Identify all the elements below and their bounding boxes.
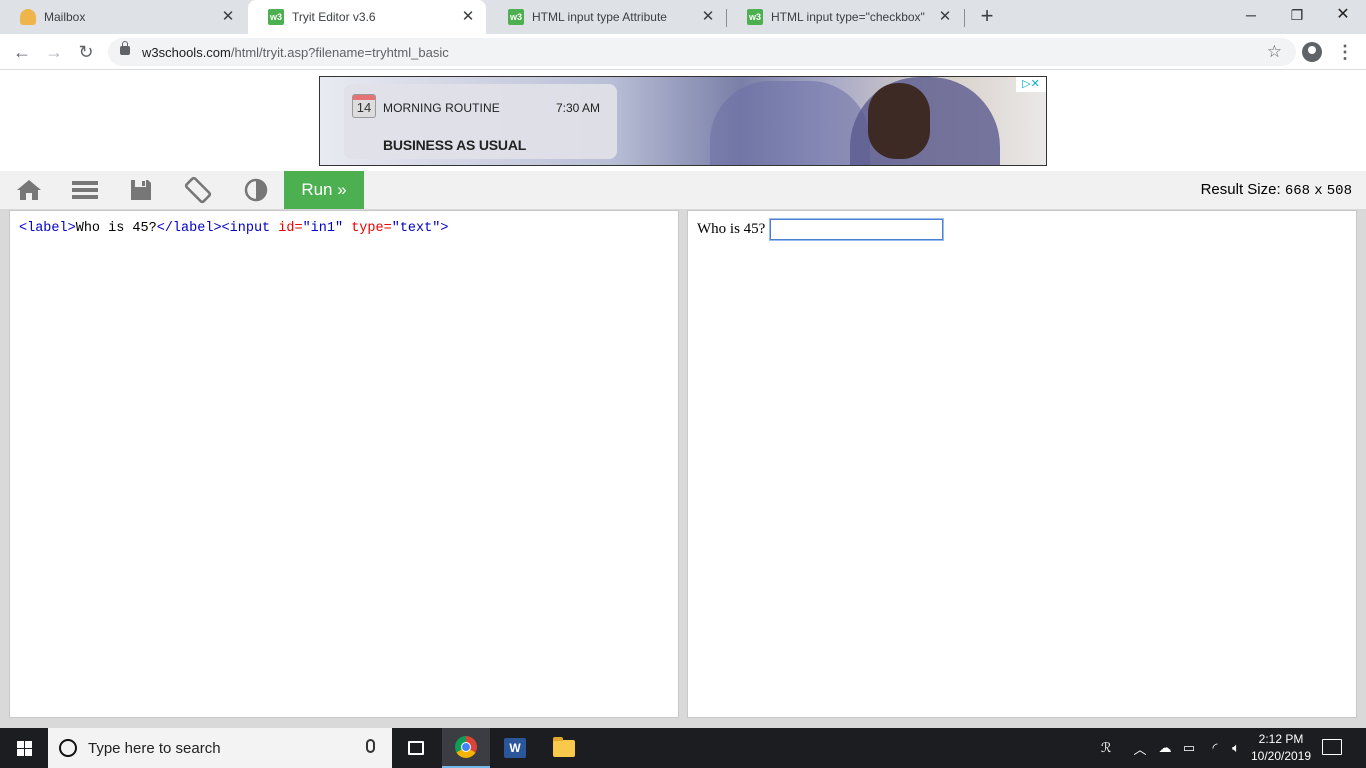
word-icon: W <box>504 738 526 758</box>
result-size-label: Result Size: <box>1200 181 1281 198</box>
battery-icon[interactable]: ▭ <box>1178 728 1200 768</box>
tab-title: HTML input type="checkbox" <box>771 10 925 24</box>
search-placeholder: Type here to search <box>88 740 221 757</box>
windows-logo-icon <box>17 741 33 756</box>
contrast-theme-icon[interactable] <box>235 171 277 209</box>
code-token: > <box>440 221 449 236</box>
result-text-input[interactable] <box>769 218 944 241</box>
folder-icon <box>553 736 575 757</box>
windows-taskbar: Type here to search W ℛ ︿ ☁ ▭ ◜ 🔈︎ 2:12 … <box>0 728 1366 768</box>
tryit-workspace: <label>Who is 45?</label><input id="in1"… <box>0 209 1366 728</box>
calendar-icon: 14 <box>352 94 376 118</box>
w3schools-favicon-icon: w3 <box>747 9 763 25</box>
wifi-icon[interactable]: ◜ <box>1204 728 1226 768</box>
w3schools-favicon-icon: w3 <box>268 9 284 25</box>
cortana-icon <box>59 739 77 757</box>
code-token: type= <box>351 221 392 236</box>
clock-time: 2:12 PM <box>1258 732 1304 746</box>
show-hidden-icons-chevron-icon[interactable]: ︿ <box>1130 728 1150 768</box>
task-view-button[interactable] <box>392 728 440 768</box>
bookmark-star-icon[interactable]: ☆ <box>1267 42 1282 62</box>
tab-title: HTML input type Attribute <box>532 10 667 24</box>
reload-icon[interactable]: ↻ <box>74 40 98 64</box>
menu-icon[interactable] <box>64 171 106 209</box>
code-token: Who is 45? <box>75 221 157 236</box>
url-host: w3schools.com <box>142 45 231 60</box>
adchoices-close-icon[interactable]: ▷✕ <box>1016 77 1046 92</box>
tab-html-input-type-attribute[interactable]: w3 HTML input type Attribute ✕ <box>488 0 726 34</box>
restore-icon[interactable]: ❐ <box>1274 0 1320 30</box>
ad-banner[interactable]: 14 MORNING ROUTINE 7:30 AM BUSINESS AS U… <box>319 76 1047 166</box>
tab-html-input-checkbox[interactable]: w3 HTML input type="checkbox" ✕ <box>727 0 963 34</box>
tab-separator <box>964 9 965 27</box>
code-token: "in1" <box>302 221 344 236</box>
action-center-icon[interactable] <box>1322 739 1342 755</box>
result-frame: Who is 45? <box>687 210 1357 718</box>
close-tab-icon[interactable]: ✕ <box>460 9 476 25</box>
taskbar-chrome[interactable] <box>442 728 490 768</box>
tab-tryit-editor[interactable]: w3 Tryit Editor v3.6 ✕ <box>248 0 486 34</box>
code-editor[interactable]: <label>Who is 45?</label><input id="in1"… <box>9 210 679 718</box>
result-width: 668 <box>1284 183 1311 199</box>
home-icon[interactable] <box>8 171 50 209</box>
browser-menu-icon[interactable]: ⋮ <box>1336 40 1354 64</box>
code-line-1[interactable]: <label>Who is 45?</label><input id="in1"… <box>19 221 448 236</box>
mailbox-favicon-icon <box>20 9 36 25</box>
address-bar[interactable]: w3schools.com/html/tryit.asp?filename=tr… <box>108 38 1296 66</box>
clock-date: 10/20/2019 <box>1250 749 1312 763</box>
window-close-icon[interactable]: ✕ <box>1320 0 1366 30</box>
back-arrow-icon[interactable]: ← <box>10 40 34 64</box>
onedrive-cloud-icon[interactable]: ☁ <box>1154 728 1176 768</box>
code-token: "text" <box>391 221 441 236</box>
result-size-readout: Result Size: 668 x 508 <box>1201 181 1352 199</box>
tab-mailbox[interactable]: Mailbox ✕ <box>0 0 246 34</box>
volume-icon[interactable]: 🔈︎ <box>1226 728 1246 768</box>
code-token: id= <box>278 221 303 236</box>
ad-tagline: BUSINESS AS USUAL <box>383 137 527 153</box>
ad-headline: MORNING ROUTINE <box>383 101 500 115</box>
tab-title: Mailbox <box>44 10 86 24</box>
tryit-toolbar: Run » Result Size: 668 x 508 <box>0 171 1366 209</box>
tab-title: Tryit Editor v3.6 <box>292 10 376 24</box>
close-tab-icon[interactable]: ✕ <box>937 9 953 25</box>
w3schools-favicon-icon: w3 <box>508 9 524 25</box>
code-token: </label> <box>156 221 222 236</box>
profile-avatar-icon[interactable] <box>1302 42 1322 62</box>
ad-photo-face <box>868 83 930 159</box>
ad-time: 7:30 AM <box>556 101 601 115</box>
task-view-icon <box>408 741 424 755</box>
url-text[interactable]: w3schools.com/html/tryit.asp?filename=tr… <box>142 45 449 60</box>
code-token: <input <box>221 221 271 236</box>
lock-icon[interactable] <box>120 41 130 55</box>
close-tab-icon[interactable]: ✕ <box>220 9 236 25</box>
ad-photo-person <box>710 81 870 165</box>
system-clock[interactable]: 2:12 PM 10/20/2019 <box>1244 731 1318 765</box>
rotate-layout-icon[interactable] <box>177 171 219 209</box>
close-tab-icon[interactable]: ✕ <box>700 9 716 25</box>
minimize-icon[interactable]: ─ <box>1228 0 1274 30</box>
taskbar-search-box[interactable]: Type here to search <box>48 728 392 768</box>
start-button[interactable] <box>0 728 48 768</box>
browser-toolbar: ← → ↻ w3schools.com/html/tryit.asp?filen… <box>0 34 1366 70</box>
new-tab-button[interactable]: + <box>975 5 999 29</box>
chrome-icon <box>455 736 477 758</box>
result-label: Who is 45? <box>697 221 766 237</box>
microphone-icon[interactable] <box>366 739 375 753</box>
people-icon[interactable]: ℛ <box>1094 728 1118 768</box>
result-size-separator: x <box>1314 183 1323 199</box>
code-token: <label> <box>19 221 76 236</box>
ad-notification-card: 14 MORNING ROUTINE 7:30 AM BUSINESS AS U… <box>344 84 617 159</box>
browser-tab-strip: Mailbox ✕ w3 Tryit Editor v3.6 ✕ w3 HTML… <box>0 0 1366 34</box>
run-button[interactable]: Run » <box>284 171 364 209</box>
taskbar-file-explorer[interactable] <box>540 728 588 768</box>
save-icon[interactable] <box>120 171 162 209</box>
forward-arrow-icon[interactable]: → <box>42 40 66 64</box>
taskbar-word[interactable]: W <box>491 728 539 768</box>
url-path: /html/tryit.asp?filename=tryhtml_basic <box>230 45 449 60</box>
result-height: 508 <box>1326 183 1352 199</box>
